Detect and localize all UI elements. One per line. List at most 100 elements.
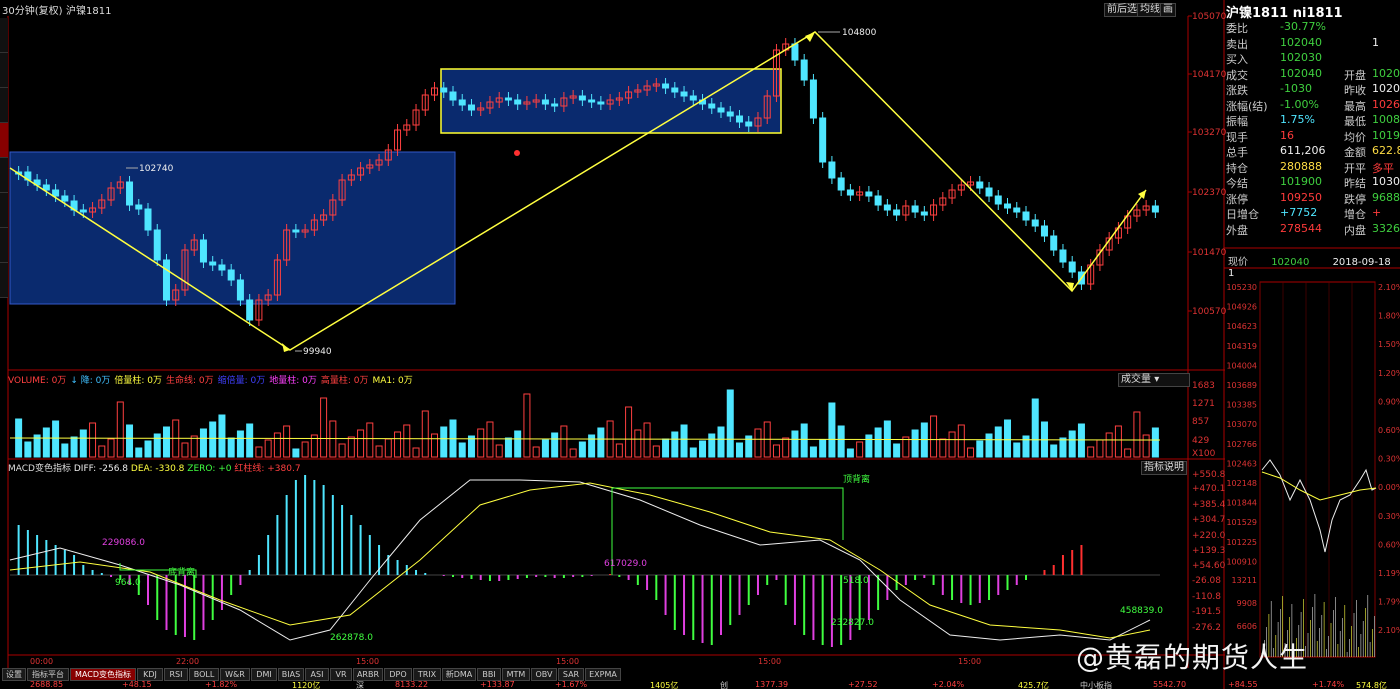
mini-pct-label: 0.00% — [1378, 483, 1400, 492]
chart-canvas[interactable]: 105070 104170 103270 102370 101470 100570 1048… — [0, 0, 1400, 689]
candle-body — [42, 184, 50, 191]
volume-bar — [264, 439, 272, 458]
quote-row: 委比 -30.77% — [1226, 20, 1400, 35]
indicator-tab[interactable]: MTM — [502, 668, 530, 681]
volume-bar — [615, 443, 623, 458]
volume-bar — [98, 445, 106, 458]
draw-button[interactable]: 画 — [1160, 3, 1176, 17]
period-label: 30分钟(复权) — [2, 6, 63, 17]
volume-bar — [523, 393, 531, 458]
volume-bar — [236, 430, 244, 458]
quote-label: 成交 — [1226, 68, 1248, 82]
volume-bar — [652, 445, 660, 458]
indicator-tab[interactable]: BIAS — [278, 668, 304, 681]
volume-bar — [181, 442, 189, 458]
candle-body — [791, 43, 799, 61]
indicator-tab[interactable]: TRIX — [413, 668, 441, 681]
high-annotation: 104800 — [842, 28, 877, 38]
quote-label: 增仓 — [1344, 208, 1366, 221]
status-item: +27.52 — [848, 681, 878, 689]
left-tab[interactable] — [0, 88, 8, 123]
mini-axis-label: 104319 — [1226, 342, 1257, 351]
volume-dropdown-label: 成交量 — [1121, 374, 1151, 385]
left-side-tabs[interactable] — [0, 18, 8, 298]
macd-axis-label: -110.8 — [1192, 592, 1221, 602]
left-tab[interactable] — [0, 53, 8, 88]
mini-pct-label: 0.60% — [1378, 540, 1400, 549]
volume-axis-label: 429 — [1192, 436, 1209, 446]
indicator-tab-bar[interactable]: 设置 指标平台 MACD变色指标 KDJ RSI BOLL W&R DMI BIAS ASI VR A… — [0, 668, 1190, 681]
indicator-tab[interactable]: ARBR — [353, 668, 383, 681]
volume-bar — [162, 426, 170, 458]
index-status-bar: 2688.85 +48.15 +1.82% 1120亿 深 8133.22 +133.87 +… — [0, 681, 1400, 689]
volume-dropdown[interactable]: 成交量 ▾ — [1118, 373, 1190, 387]
left-tab[interactable] — [0, 193, 8, 228]
quote-value: + — [1372, 206, 1382, 219]
indicator-tab[interactable]: DPO — [384, 668, 412, 681]
quote-row: 持仓 280888 开平 多平 — [1226, 160, 1400, 175]
candle-body — [588, 99, 596, 103]
left-tab[interactable] — [0, 18, 8, 53]
quote-label: 涨幅(结) — [1226, 99, 1268, 113]
price-axis-label: 101470 — [1192, 248, 1227, 258]
indicator-tab[interactable]: OBV — [531, 668, 557, 681]
candle-body — [541, 99, 549, 105]
candle-body — [708, 103, 716, 109]
volume-bar — [403, 424, 411, 458]
indicator-tab[interactable]: BBI — [477, 668, 501, 681]
indicator-tab[interactable]: BOLL — [189, 668, 219, 681]
quote-label: 跌停 — [1344, 192, 1366, 206]
mini-pct-label: 1.20% — [1378, 369, 1400, 378]
consolidation-box-left — [9, 151, 456, 305]
macd-axis-label: +220.0 — [1192, 531, 1226, 541]
signal-dot — [514, 150, 520, 156]
volume-bar — [24, 441, 32, 458]
indicator-tab[interactable]: VR — [330, 668, 352, 681]
volume-bar — [486, 421, 494, 458]
volume-bar — [930, 415, 938, 458]
mini-axis-label: 103070 — [1226, 420, 1257, 429]
volume-bar — [42, 427, 50, 458]
indicator-tab[interactable]: RSI — [164, 668, 188, 681]
indicator-tab[interactable]: 新DMA — [442, 668, 476, 681]
candle-body — [800, 59, 808, 81]
volume-bar — [800, 423, 808, 458]
candle-body — [662, 83, 670, 89]
indicator-tab[interactable]: W&R — [220, 668, 250, 681]
status-item: 2688.85 — [30, 681, 64, 689]
quote-label: 总手 — [1226, 146, 1248, 159]
volume-bar — [116, 401, 124, 458]
indicator-tab[interactable]: DMI — [251, 668, 277, 681]
quote-row: 涨跌 -1030 昨收 10209 — [1226, 82, 1400, 97]
macd-label: 底背离 — [168, 566, 195, 578]
prev-next-button[interactable]: 前后选 — [1104, 3, 1140, 17]
volume-bar — [107, 438, 115, 458]
candle-body — [52, 189, 60, 197]
quote-value: -1030 — [1280, 82, 1312, 95]
indicator-tab[interactable]: SAR — [558, 668, 584, 681]
status-item: 1405亿 — [650, 681, 679, 689]
indicator-tab[interactable]: KDJ — [137, 668, 163, 681]
indicator-tab[interactable]: ASI — [305, 668, 329, 681]
indicator-tab[interactable]: 指标平台 — [27, 668, 69, 681]
indicator-help-button[interactable]: 指标说明 — [1141, 461, 1187, 475]
volume-bar — [967, 447, 975, 458]
mini-pct-label: 1.79% — [1378, 598, 1400, 607]
quote-value: 10204 — [1372, 66, 1400, 80]
quote-value: 109250 — [1280, 190, 1322, 204]
indicator-tab[interactable]: 设置 — [2, 668, 26, 681]
volume-bar — [495, 444, 503, 458]
left-tab[interactable] — [0, 123, 8, 158]
quote-label: 昨结 — [1344, 177, 1366, 190]
volume-bar — [283, 425, 291, 458]
quote-row: 买入 102030 — [1226, 51, 1400, 66]
indicator-tab[interactable]: EXPMA — [585, 668, 621, 681]
candle-body — [920, 211, 928, 216]
volume-bar — [662, 438, 670, 458]
candle-body — [1068, 261, 1076, 273]
left-tab[interactable] — [0, 228, 8, 263]
macd-axis-label: -276.2 — [1192, 623, 1221, 633]
left-tab[interactable] — [0, 158, 8, 193]
indicator-tab[interactable]: MACD变色指标 — [70, 668, 136, 681]
left-tab[interactable] — [0, 263, 8, 298]
